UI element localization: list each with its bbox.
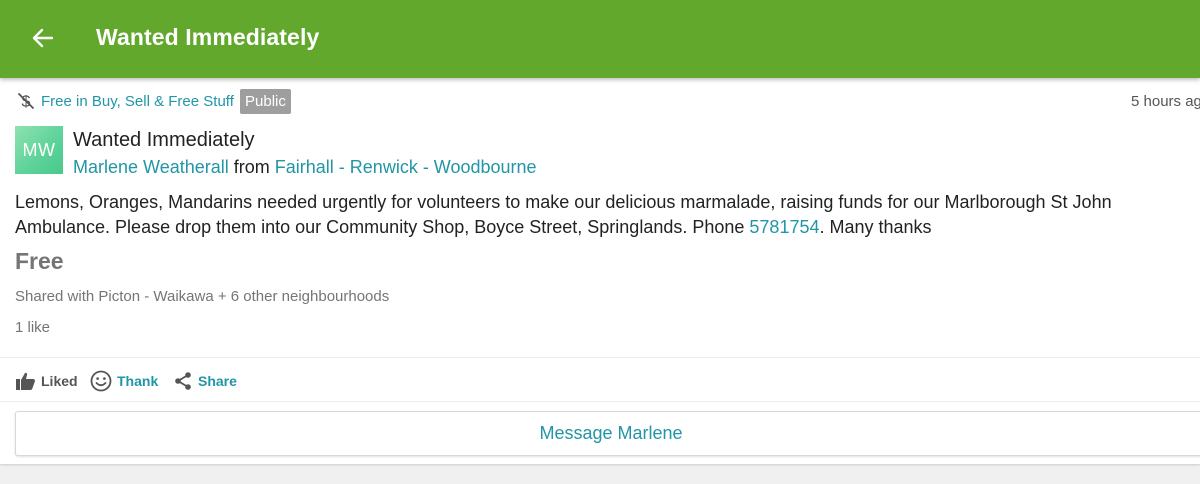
thank-label: Thank [117,373,159,389]
avatar[interactable]: MW [15,126,63,174]
post-body-end: . Many thanks [819,217,932,237]
arrow-left-icon [32,28,54,48]
thank-button[interactable]: Thank [90,368,158,394]
action-bar: Liked Thank Share [15,368,415,394]
divider [0,401,1200,402]
author-line: Marlene Weatherall from Fairhall - Renwi… [73,157,537,178]
share-label: Share [198,373,237,389]
back-button[interactable] [22,17,64,59]
like-count[interactable]: 1 like [15,319,50,336]
post-body-text: Lemons, Oranges, Mandarins needed urgent… [15,192,1112,237]
app-bar: Wanted Immediately [0,0,1200,78]
from-text: from [233,157,270,177]
liked-label: Liked [41,373,78,389]
share-icon [175,372,191,390]
visibility-badge: Public [240,89,291,114]
smiley-icon [90,370,112,392]
message-button[interactable]: Message Marlene [15,411,1200,456]
free-dollar-strikethrough-icon: $ [18,93,34,111]
post-card: $ Free in Buy, Sell & Free Stuff Public … [0,78,1200,464]
post-meta: $ Free in Buy, Sell & Free Stuff Public … [16,89,1200,115]
message-button-label: Message Marlene [539,423,683,443]
share-button[interactable]: Share [173,368,237,394]
post-time: 5 hours ago [1131,93,1200,110]
location-link[interactable]: Fairhall - Renwick - Woodbourne [275,157,537,177]
post-title: Wanted Immediately [73,129,255,151]
category-link[interactable]: Free in Buy, Sell & Free Stuff [41,93,234,110]
shared-with-text: Shared with Picton - Waikawa + 6 other n… [15,288,390,305]
author-link[interactable]: Marlene Weatherall [73,157,229,177]
price: Free [15,248,64,274]
phone-link[interactable]: 5781754 [749,217,819,237]
divider [0,357,1200,358]
post-body: Lemons, Oranges, Mandarins needed urgent… [15,190,1190,240]
page-title: Wanted Immediately [96,24,320,50]
thumbs-up-icon [16,372,35,390]
liked-button[interactable]: Liked [15,368,78,394]
